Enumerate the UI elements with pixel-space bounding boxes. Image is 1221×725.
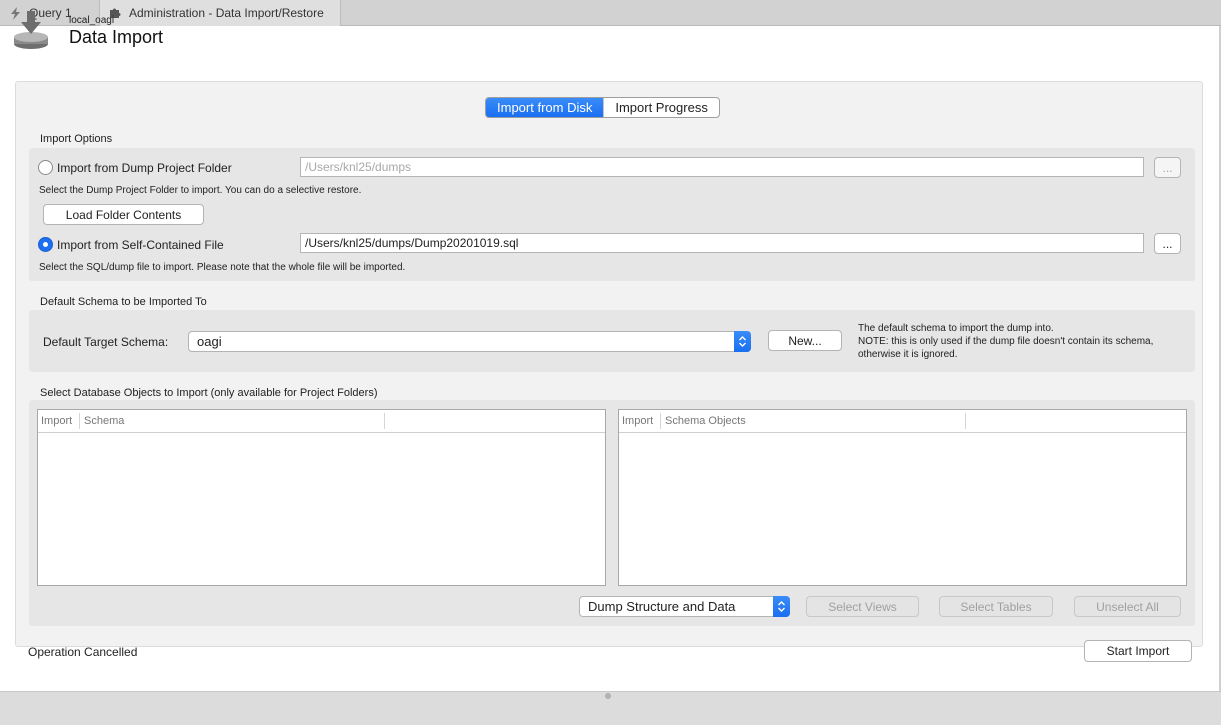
schema-objects-table[interactable]: Import Schema Objects — [618, 409, 1187, 586]
self-contained-label: Import from Self-Contained File — [57, 238, 224, 252]
tab-import-progress[interactable]: Import Progress — [603, 98, 718, 117]
col-schema-objects[interactable]: Schema Objects — [665, 415, 746, 427]
select-arrows-icon — [773, 596, 790, 617]
dump-folder-label: Import from Dump Project Folder — [57, 161, 232, 175]
page-title: Data Import — [69, 27, 164, 47]
tab-administration-data-import[interactable]: Administration - Data Import/Restore — [100, 0, 341, 26]
default-schema-note: The default schema to import the dump in… — [858, 322, 1153, 361]
schema-objects-table-header: Import Schema Objects — [619, 410, 1186, 433]
load-folder-contents-button[interactable]: Load Folder Contents — [43, 204, 204, 225]
browse-file-button[interactable]: ... — [1154, 233, 1181, 254]
target-schema-value: oagi — [197, 334, 222, 349]
target-schema-select[interactable]: oagi — [188, 331, 751, 352]
col-schema[interactable]: Schema — [84, 415, 124, 427]
note-line-1: The default schema to import the dump in… — [858, 323, 1054, 334]
column-divider — [79, 413, 80, 429]
schema-table[interactable]: Import Schema — [37, 409, 606, 586]
splitter-handle[interactable] — [605, 693, 611, 699]
note-line-3: otherwise it is ignored. — [858, 349, 958, 360]
dump-mode-value: Dump Structure and Data — [588, 599, 736, 614]
dump-folder-hint: Select the Dump Project Folder to import… — [39, 185, 362, 196]
schema-table-header: Import Schema — [38, 410, 605, 433]
dump-mode-select[interactable]: Dump Structure and Data — [579, 596, 790, 617]
start-import-button[interactable]: Start Import — [1084, 640, 1192, 662]
browse-folder-button[interactable]: ... — [1154, 157, 1181, 178]
import-disk-icon — [14, 11, 48, 49]
column-divider — [965, 413, 966, 429]
radio-self-contained-file[interactable] — [38, 237, 53, 252]
unselect-all-button[interactable]: Unselect All — [1074, 596, 1181, 617]
view-segmented-control: Import from Disk Import Progress — [485, 97, 720, 118]
tab-label: Administration - Data Import/Restore — [129, 6, 324, 20]
tab-import-from-disk[interactable]: Import from Disk — [486, 98, 604, 117]
select-arrows-icon — [734, 331, 751, 352]
default-schema-label: Default Schema to be Imported To — [40, 296, 207, 308]
note-line-2: NOTE: this is only used if the dump file… — [858, 336, 1154, 347]
self-contained-hint: Select the SQL/dump file to import. Plea… — [39, 262, 406, 273]
col-import[interactable]: Import — [41, 415, 72, 427]
document-tab-bar: Query 1 Administration - Data Import/Res… — [0, 0, 1221, 26]
new-schema-button[interactable]: New... — [768, 330, 842, 351]
connection-name: local_oagi — [69, 15, 115, 26]
select-tables-button[interactable]: Select Tables — [939, 596, 1053, 617]
operation-status: Operation Cancelled — [28, 645, 138, 659]
dump-folder-path-field[interactable]: /Users/knl25/dumps — [300, 157, 1144, 177]
select-views-button[interactable]: Select Views — [806, 596, 919, 617]
column-divider — [660, 413, 661, 429]
column-divider — [384, 413, 385, 429]
import-options-label: Import Options — [40, 133, 113, 145]
col-import[interactable]: Import — [622, 415, 653, 427]
objects-label: Select Database Objects to Import (only … — [40, 387, 378, 399]
self-contained-path-field[interactable]: /Users/knl25/dumps/Dump20201019.sql — [300, 233, 1144, 253]
target-schema-label: Default Target Schema: — [43, 335, 169, 349]
radio-dump-project-folder[interactable] — [38, 160, 53, 175]
